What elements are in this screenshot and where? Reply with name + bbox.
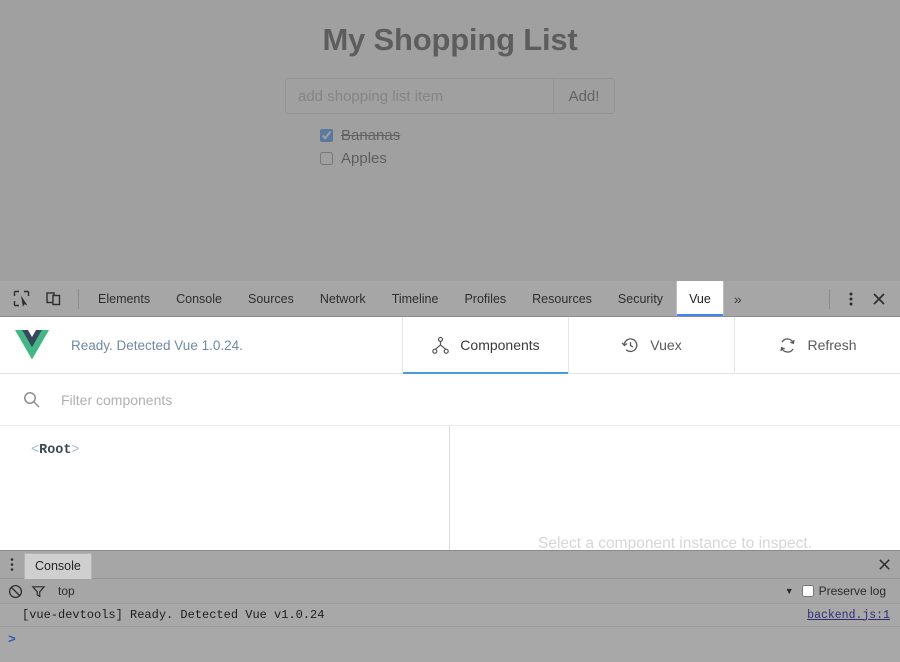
kebab-menu-icon[interactable] — [0, 551, 24, 579]
list-item[interactable]: Bananas — [320, 124, 580, 147]
add-item-input[interactable] — [285, 78, 553, 114]
tree-node-open-angle: < — [31, 443, 39, 458]
toolbar-divider — [78, 289, 79, 309]
vue-tab-label: Refresh — [807, 337, 856, 353]
vue-tab-refresh[interactable]: Refresh — [734, 317, 900, 373]
preserve-log-checkbox[interactable] — [802, 585, 814, 597]
add-item-row: Add! — [285, 78, 615, 114]
tab-console[interactable]: Console — [163, 281, 235, 316]
web-page-viewport: My Shopping List Add! Bananas Apples — [0, 0, 900, 281]
close-icon[interactable] — [877, 557, 892, 572]
filter-funnel-icon[interactable] — [31, 584, 46, 599]
devtools-tabs: Elements Console Sources Network Timelin… — [85, 281, 724, 316]
tab-elements[interactable]: Elements — [85, 281, 163, 316]
history-clock-icon — [621, 336, 640, 355]
list-item[interactable]: Apples — [320, 147, 580, 170]
vue-devtools-header: Ready. Detected Vue 1.0.24. Components — [0, 317, 900, 374]
filter-components-input[interactable] — [61, 392, 401, 408]
console-filter-bar: top ▼ Preserve log — [0, 579, 900, 604]
drawer-tab-console[interactable]: Console — [24, 553, 92, 579]
prompt-caret-icon: > — [8, 632, 16, 647]
tab-timeline[interactable]: Timeline — [379, 281, 452, 316]
add-item-button[interactable]: Add! — [553, 78, 615, 114]
list-item-label: Apples — [341, 150, 387, 167]
tree-node-name: Root — [39, 443, 71, 458]
component-filter-bar — [0, 374, 900, 426]
tab-resources[interactable]: Resources — [519, 281, 605, 316]
inspect-element-icon[interactable] — [8, 286, 34, 312]
browser-window: My Shopping List Add! Bananas Apples — [0, 0, 900, 662]
vue-tab-vuex[interactable]: Vuex — [568, 317, 734, 373]
console-message-text: [vue-devtools] Ready. Detected Vue v1.0.… — [22, 608, 324, 622]
page-title: My Shopping List — [322, 22, 577, 58]
actions-divider — [829, 289, 830, 309]
console-prompt-row[interactable]: > — [0, 627, 900, 651]
tree-node-root[interactable]: <Root> — [28, 440, 83, 462]
close-icon[interactable] — [866, 286, 892, 312]
vue-panel-tabs: Components Vuex — [402, 317, 900, 373]
tab-security[interactable]: Security — [605, 281, 676, 316]
tabbar-spacer — [752, 281, 823, 316]
devtools-tool-icons — [0, 281, 72, 316]
vue-tab-label: Components — [460, 337, 539, 353]
more-tabs-button[interactable]: » — [724, 281, 752, 316]
tab-profiles[interactable]: Profiles — [451, 281, 519, 316]
console-message-source[interactable]: backend.js:1 — [807, 609, 890, 622]
preserve-log-toggle[interactable]: Preserve log — [802, 584, 886, 598]
vue-brand: Ready. Detected Vue 1.0.24. — [0, 317, 402, 373]
search-icon — [22, 390, 41, 409]
devtools-tabbar: Elements Console Sources Network Timelin… — [0, 281, 900, 317]
console-message-row: [vue-devtools] Ready. Detected Vue v1.0.… — [0, 604, 900, 627]
vue-tab-label: Vuex — [650, 337, 681, 353]
console-drawer: Console top ▼ — [0, 550, 900, 662]
shopping-list: Bananas Apples — [320, 124, 580, 170]
components-tree-icon — [431, 336, 450, 355]
kebab-menu-icon[interactable] — [838, 286, 864, 312]
tab-network[interactable]: Network — [307, 281, 379, 316]
console-messages: [vue-devtools] Ready. Detected Vue v1.0.… — [0, 604, 900, 662]
chevron-down-icon[interactable]: ▼ — [785, 586, 794, 596]
clear-console-icon[interactable] — [8, 584, 23, 599]
list-item-label: Bananas — [341, 127, 400, 144]
tab-vue[interactable]: Vue — [676, 281, 724, 316]
tree-node-close-angle: > — [72, 443, 80, 458]
vue-status-text: Ready. Detected Vue 1.0.24. — [71, 338, 243, 353]
list-item-checkbox[interactable] — [320, 152, 333, 165]
drawer-tabbar: Console — [0, 551, 900, 579]
vue-tab-components[interactable]: Components — [402, 317, 568, 373]
devtools-tabbar-actions — [823, 281, 900, 316]
vue-logo-icon — [15, 330, 49, 360]
device-toolbar-icon[interactable] — [40, 286, 66, 312]
preserve-log-label: Preserve log — [819, 584, 886, 598]
tab-sources[interactable]: Sources — [235, 281, 307, 316]
refresh-icon — [778, 336, 797, 355]
list-item-checkbox[interactable] — [320, 129, 333, 142]
console-context-select[interactable]: top — [54, 584, 75, 598]
